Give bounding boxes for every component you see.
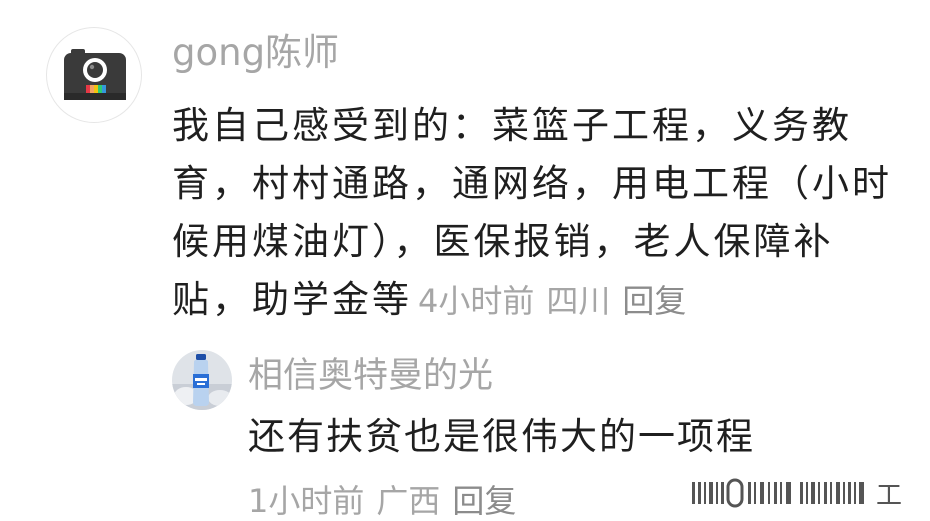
avatar[interactable] <box>172 350 232 410</box>
comment-time: 1小时前 <box>248 482 365 520</box>
username[interactable]: gong陈师 <box>172 30 339 76</box>
comment-meta: 1小时前 广西 回复 <box>248 480 516 521</box>
reply-button[interactable]: 回复 <box>452 482 516 520</box>
comment-body: 我自己感受到的：菜篮子工程，义务教育，村村通路，通网络，用电工程（小时候用煤油灯… <box>172 97 902 330</box>
comment-time: 4小时前 <box>418 282 535 320</box>
water-bottle-photo <box>172 350 232 410</box>
watermark-text: 工 <box>876 481 902 511</box>
comment-item: gong陈师 我自己感受到的：菜篮子工程，义务教育，村村通路，通网络，用电工程（… <box>0 0 930 330</box>
comment-text: 还有扶贫也是很伟大的一项程 <box>248 415 755 458</box>
comment-location: 四川 <box>546 282 611 320</box>
username[interactable]: 相信奥特曼的光 <box>248 354 493 398</box>
comment-meta: 4小时前 四川 回复 <box>418 282 686 320</box>
reply-button[interactable]: 回复 <box>622 282 686 320</box>
comment-location: 广西 <box>376 482 441 520</box>
watermark-logo: 工 <box>690 474 918 512</box>
avatar[interactable] <box>46 27 142 123</box>
polaroid-camera-icon <box>64 49 126 100</box>
comment-thread: gong陈师 我自己感受到的：菜篮子工程，义务教育，村村通路，通网络，用电工程（… <box>0 0 930 521</box>
